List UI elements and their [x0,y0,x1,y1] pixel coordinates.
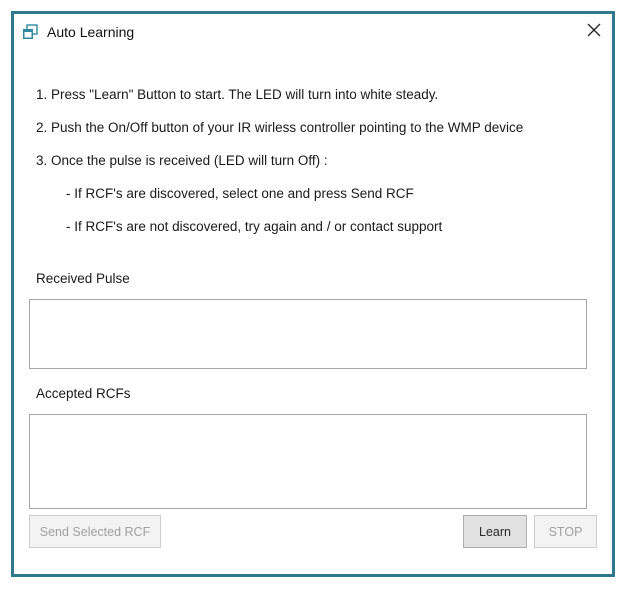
app-window-icon [22,24,38,40]
window-title: Auto Learning [47,24,135,40]
close-button[interactable] [582,20,606,44]
received-pulse-listbox[interactable] [29,299,587,369]
instruction-step-1: 1. Press "Learn" Button to start. The LE… [36,87,439,102]
accepted-rcfs-listbox[interactable] [29,414,587,509]
auto-learning-window: Auto Learning 1. Press "Learn" Button to… [11,11,615,577]
instruction-step-3: 3. Once the pulse is received (LED will … [36,153,328,168]
accepted-rcfs-label: Accepted RCFs [36,386,131,401]
stop-button[interactable]: STOP [534,515,597,548]
instruction-step-2: 2. Push the On/Off button of your IR wir… [36,120,524,135]
close-icon [587,23,601,42]
learn-button[interactable]: Learn [463,515,527,548]
instruction-substep-discovered: - If RCF's are discovered, select one an… [66,186,414,201]
instruction-substep-not-discovered: - If RCF's are not discovered, try again… [66,219,443,234]
title-bar[interactable]: Auto Learning [14,14,612,50]
received-pulse-label: Received Pulse [36,271,130,286]
send-selected-rcf-button[interactable]: Send Selected RCF [29,515,161,548]
